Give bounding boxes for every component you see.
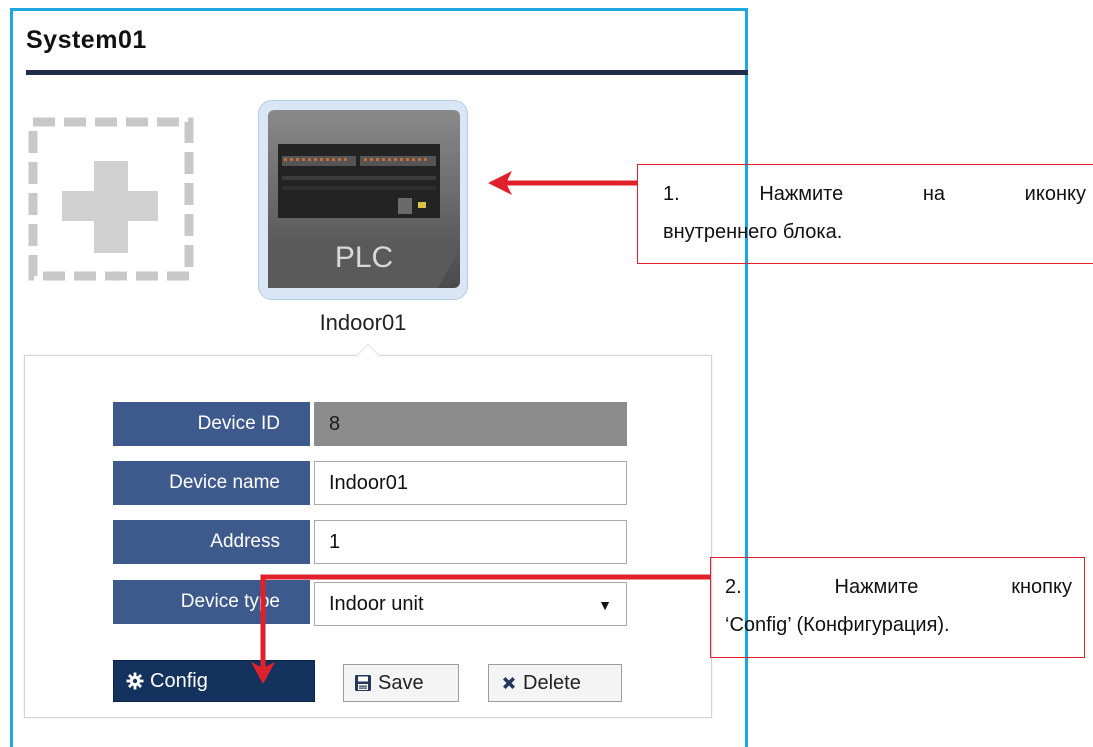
annotation-1-word: Нажмите [759, 183, 844, 205]
address-label: Address [113, 520, 310, 564]
title-divider [26, 70, 748, 75]
annotation-2-word: Нажмите [834, 576, 919, 598]
device-name-input[interactable]: Indoor01 [314, 461, 627, 505]
save-button-label: Save [378, 671, 424, 694]
annotation-2-word: 2. [725, 576, 742, 598]
annotation-2-word: кнопку [1011, 576, 1072, 598]
annotation-1-word: иконку [1024, 183, 1086, 205]
floppy-disk-icon [354, 674, 372, 692]
device-id-field: 8 [314, 402, 627, 446]
add-device-button[interactable] [28, 117, 194, 281]
dropdown-arrow-icon: ▼ [598, 597, 612, 613]
device-id-label: Device ID [113, 402, 310, 446]
device-type-select[interactable]: Indoor unit ▼ [314, 582, 627, 626]
device-type-value: Indoor unit [329, 592, 424, 615]
device-name-label: Device name [113, 461, 310, 505]
address-input[interactable]: 1 [314, 520, 627, 564]
device-caption: Indoor01 [319, 310, 407, 335]
config-button-label: Config [150, 669, 208, 692]
plc-badge: PLC [334, 241, 394, 274]
annotation-step-1: 1. Нажмите на иконку внутреннего блока. [637, 164, 1093, 264]
annotation-1-word: на [922, 183, 946, 205]
indoor-unit-tile[interactable]: PLC [258, 100, 468, 300]
config-button[interactable]: Config [113, 660, 315, 702]
system-title: System01 [26, 26, 147, 54]
x-icon [501, 675, 517, 691]
gear-icon [126, 672, 144, 690]
delete-button-label: Delete [523, 671, 581, 694]
annotation-step-2: 2. Нажмите кнопку ‘Config’ (Конфигурация… [710, 557, 1085, 658]
save-button[interactable]: Save [343, 664, 459, 702]
popup-pointer [356, 344, 380, 356]
annotation-1-line2: внутреннего блока. [663, 221, 843, 243]
add-plus-icon [28, 117, 194, 281]
annotation-2-line2: ‘Config’ (Конфигурация). [725, 614, 950, 636]
annotation-1-word: 1. [663, 183, 680, 205]
delete-button[interactable]: Delete [488, 664, 622, 702]
device-type-label: Device type [113, 580, 310, 624]
